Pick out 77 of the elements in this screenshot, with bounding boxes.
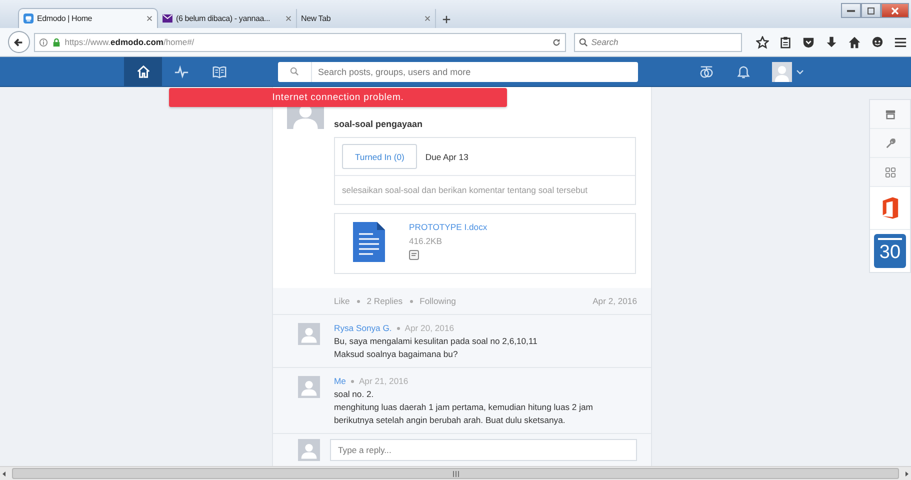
close-icon xyxy=(891,6,899,14)
grip-icon xyxy=(452,470,460,476)
action-link[interactable]: Like xyxy=(334,296,350,306)
back-arrow-icon xyxy=(13,36,24,48)
comment-text: menghitung luas daerah 1 jam pertama, kemudian hitung luas 2 jam xyxy=(334,402,593,412)
search-field[interactable]: Search xyxy=(574,32,742,52)
reply-field[interactable]: Type a reply... xyxy=(330,439,637,461)
action-link[interactable]: 2 Replies xyxy=(366,296,403,306)
separator-dot xyxy=(350,380,354,382)
account-menu[interactable] xyxy=(772,62,804,82)
close-icon[interactable] xyxy=(285,15,292,22)
right-arrow-icon[interactable] xyxy=(903,470,911,478)
error-alert: Internet connection problem. xyxy=(169,88,507,107)
search-input[interactable]: Search posts, groups, users and more xyxy=(312,66,638,76)
reload-icon[interactable] xyxy=(552,38,562,46)
search-input[interactable]: Search xyxy=(591,37,732,47)
clipboard-icon[interactable] xyxy=(779,36,792,48)
due-date: Due Apr 13 xyxy=(425,152,468,162)
comment-text: soal no. 2. xyxy=(334,389,375,399)
minimize-icon xyxy=(847,8,855,12)
action-link[interactable]: Following xyxy=(420,296,456,306)
comment-date: Apr 21, 2016 xyxy=(358,376,408,386)
search-icon xyxy=(290,67,299,76)
download-icon[interactable] xyxy=(825,36,838,48)
calendar-app[interactable]: 30 xyxy=(874,234,906,268)
info-icon xyxy=(38,38,48,46)
minimize-button[interactable] xyxy=(841,3,861,18)
close-icon[interactable] xyxy=(146,15,153,22)
restore-icon xyxy=(867,6,875,14)
nav-tab[interactable] xyxy=(124,57,162,86)
star-icon[interactable] xyxy=(756,36,769,48)
search-icon xyxy=(579,38,588,46)
url-text: https://www.edmodo.com/home#/ xyxy=(64,37,196,47)
separator-dot xyxy=(410,300,413,302)
turned-in-button[interactable]: Turned In (0) xyxy=(342,144,418,169)
preview-icon[interactable] xyxy=(409,250,419,260)
assignment-description: selesaikan soal-soal dan berikan komentar tentang soal tersebut xyxy=(341,184,589,197)
back-button[interactable] xyxy=(8,31,30,53)
scrollbar-thumb[interactable] xyxy=(12,468,899,479)
restore-button[interactable] xyxy=(861,3,881,18)
book-icon xyxy=(212,64,226,79)
pocket-icon[interactable] xyxy=(802,36,815,48)
chat-icon[interactable] xyxy=(871,36,884,48)
browser-tab[interactable]: Edmodo | Home xyxy=(18,8,158,28)
separator-dot xyxy=(356,300,360,302)
chevron-down-icon xyxy=(796,68,804,74)
comment-text: Maksud soalnya bagaimana bu? xyxy=(334,349,459,359)
search-field[interactable]: Search posts, groups, users and more xyxy=(278,62,638,82)
wrench-icon[interactable] xyxy=(884,138,896,148)
plus-icon[interactable] xyxy=(442,15,451,24)
separator-dot xyxy=(396,326,400,330)
file-size: 416.2KB xyxy=(409,236,443,246)
site-icon xyxy=(23,13,34,24)
attachment-card[interactable]: PROTOTYPE I.docx 416.2KB xyxy=(334,213,636,274)
home-icon[interactable] xyxy=(848,36,861,48)
comment-date: Apr 20, 2016 xyxy=(404,323,454,333)
document-icon xyxy=(353,222,385,262)
close-button[interactable] xyxy=(881,3,909,18)
attachment-name[interactable]: PROTOTYPE I.docx xyxy=(409,222,488,232)
store-icon[interactable] xyxy=(884,108,896,120)
home-icon xyxy=(136,64,150,79)
comment-author[interactable]: Rysa Sonya G. xyxy=(334,323,392,333)
comment-author[interactable]: Me xyxy=(334,376,346,386)
lock-icon xyxy=(52,38,61,46)
menu-icon[interactable] xyxy=(894,36,907,48)
comment-text: Bu, saya mengalami kesulitan pada soal no 2,6,10,11 xyxy=(334,336,538,346)
pulse-icon xyxy=(174,64,188,79)
office-icon[interactable] xyxy=(881,196,899,220)
envelope-icon xyxy=(162,14,173,23)
comment-text: berikutnya setelah angin berubah arah. Buat dulu sketsanya. xyxy=(334,415,566,425)
address-bar[interactable]: https://www.edmodo.com/home#/ xyxy=(34,32,566,52)
grid-icon[interactable] xyxy=(884,166,896,178)
close-icon[interactable] xyxy=(424,15,431,22)
post-title: soal-soal pengayaan xyxy=(334,119,424,129)
left-arrow-icon[interactable] xyxy=(0,470,8,478)
bell-icon[interactable] xyxy=(737,64,750,79)
post-date: Apr 2, 2016 xyxy=(592,296,637,306)
